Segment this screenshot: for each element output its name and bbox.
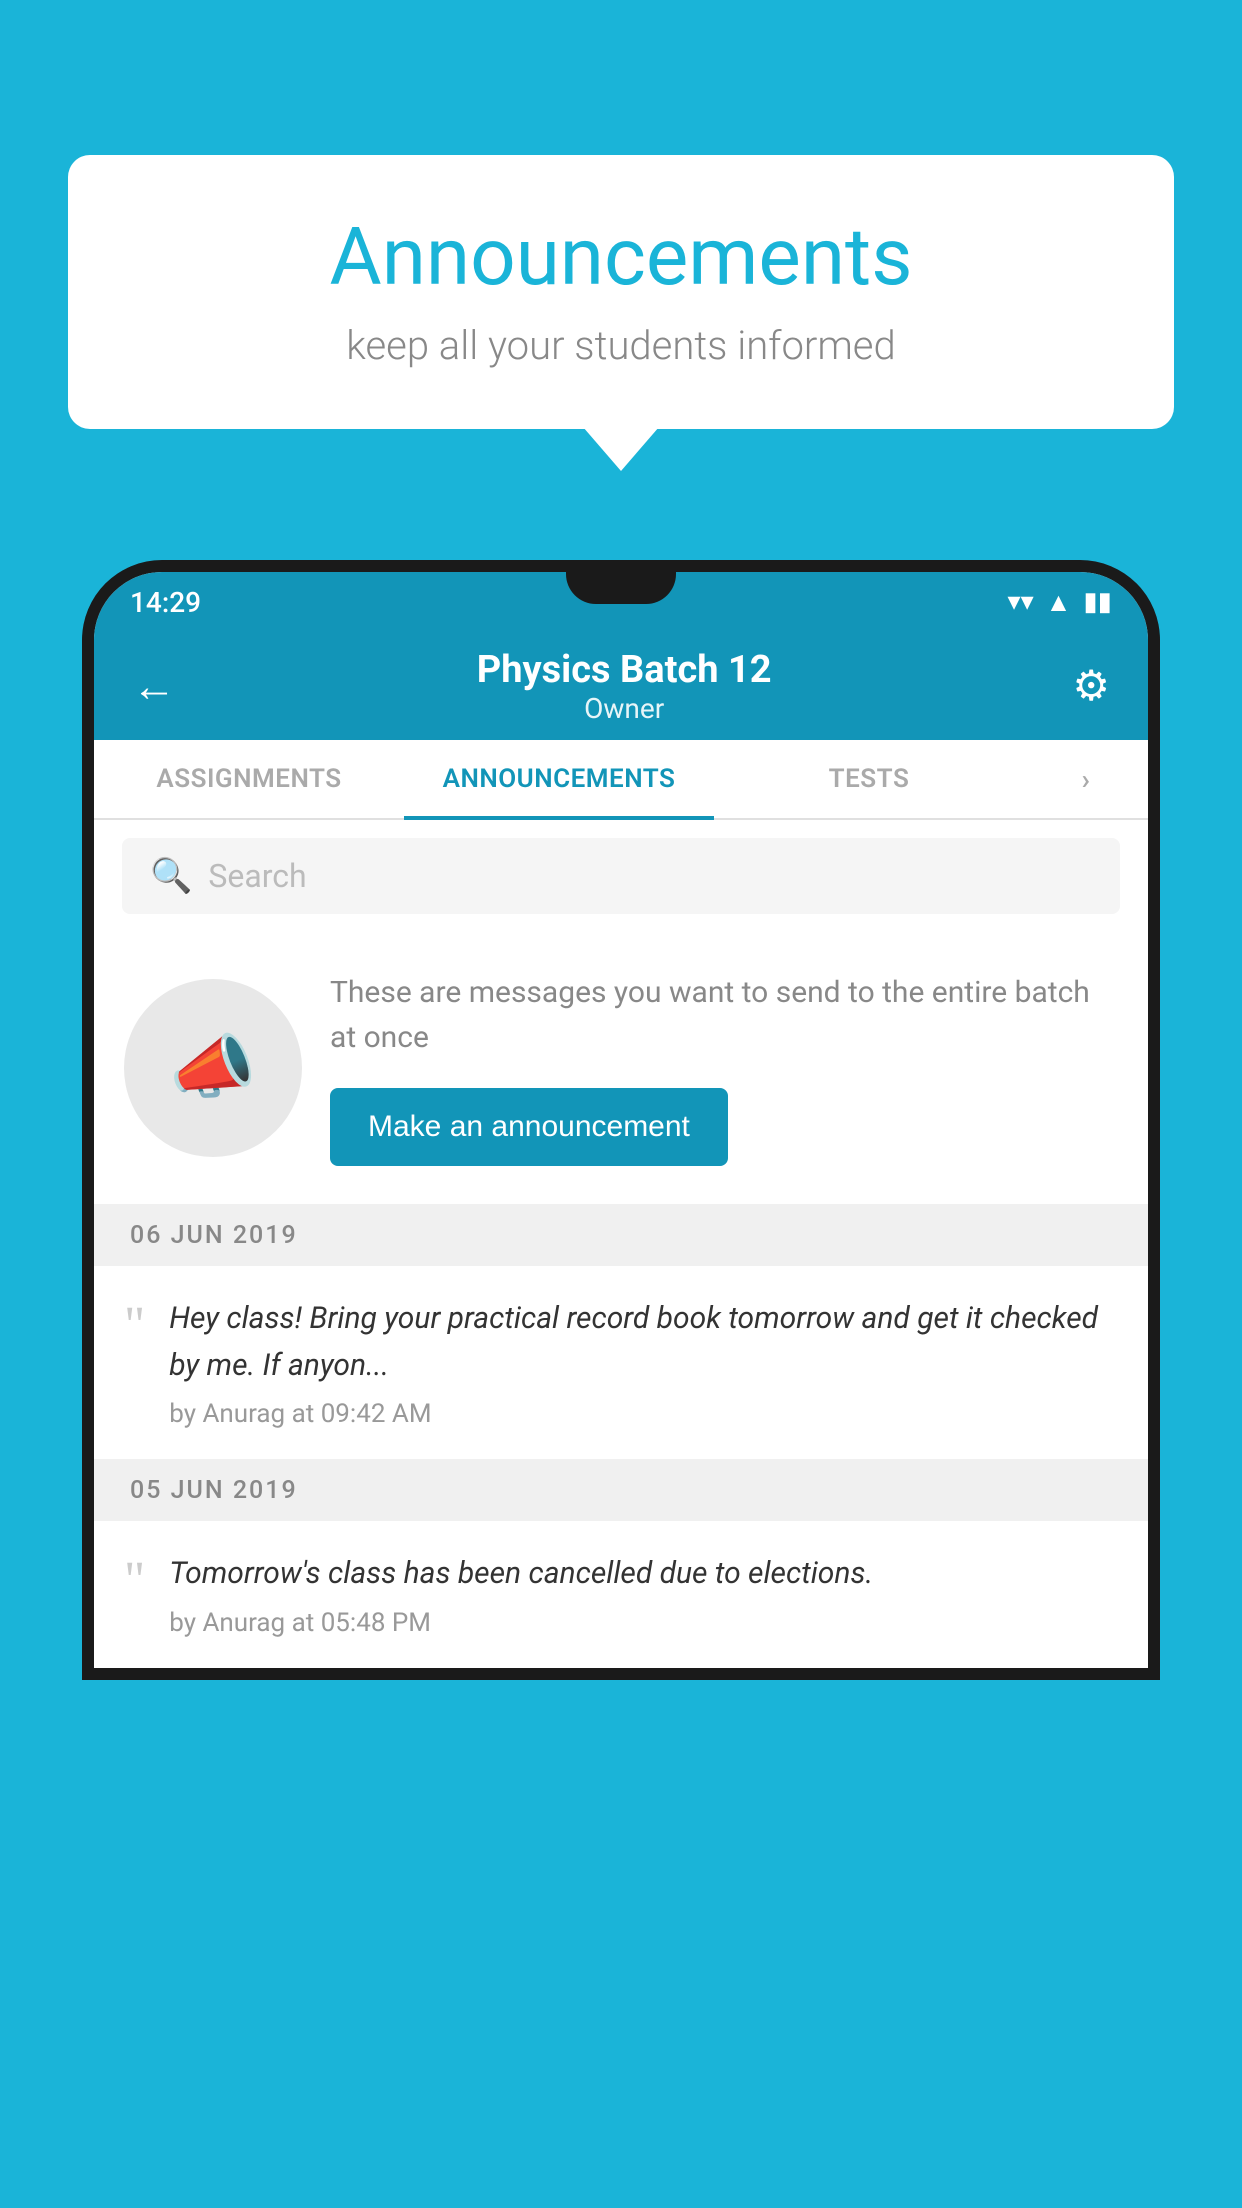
- tab-announcements[interactable]: ANNOUNCEMENTS: [404, 740, 714, 818]
- speech-bubble-subtitle: keep all your students informed: [148, 322, 1094, 369]
- status-bar: 14:29 ▾▾ ▲ ▮▮: [94, 572, 1148, 632]
- announcement-text-1: Hey class! Bring your practical record b…: [169, 1296, 1118, 1389]
- search-bar[interactable]: 🔍 Search: [122, 838, 1120, 914]
- header-subtitle: Owner: [477, 692, 772, 725]
- promo-block: 📣 These are messages you want to send to…: [94, 932, 1148, 1205]
- phone-outer: 14:29 ▾▾ ▲ ▮▮ ← Physics Batch 12 Owner ⚙: [82, 560, 1160, 1680]
- status-icons: ▾▾ ▲ ▮▮: [1008, 587, 1112, 618]
- announcement-meta-2: by Anurag at 05:48 PM: [169, 1608, 1118, 1638]
- back-button[interactable]: ←: [132, 660, 176, 712]
- tab-assignments[interactable]: ASSIGNMENTS: [94, 740, 404, 818]
- announcement-item-2: " Tomorrow's class has been cancelled du…: [94, 1521, 1148, 1668]
- settings-icon[interactable]: ⚙: [1072, 661, 1110, 711]
- speech-bubble-container: Announcements keep all your students inf…: [68, 155, 1174, 429]
- date-separator-2: 05 JUN 2019: [94, 1460, 1148, 1521]
- quote-icon-2: ": [124, 1555, 145, 1607]
- announcement-content-1: Hey class! Bring your practical record b…: [169, 1296, 1118, 1429]
- search-icon: 🔍: [150, 856, 192, 896]
- make-announcement-button[interactable]: Make an announcement: [330, 1088, 728, 1166]
- app-header: ← Physics Batch 12 Owner ⚙: [94, 632, 1148, 740]
- promo-right: These are messages you want to send to t…: [330, 970, 1118, 1166]
- announcement-item-1: " Hey class! Bring your practical record…: [94, 1266, 1148, 1460]
- search-input-placeholder[interactable]: Search: [208, 857, 306, 895]
- phone-wrapper: 14:29 ▾▾ ▲ ▮▮ ← Physics Batch 12 Owner ⚙: [82, 560, 1160, 2208]
- search-section: 🔍 Search: [94, 820, 1148, 932]
- promo-icon-circle: 📣: [124, 979, 302, 1157]
- header-title: Physics Batch 12: [477, 648, 772, 692]
- promo-text: These are messages you want to send to t…: [330, 970, 1118, 1060]
- tabs-bar: ASSIGNMENTS ANNOUNCEMENTS TESTS ›: [94, 740, 1148, 820]
- announcement-text-2: Tomorrow's class has been cancelled due …: [169, 1551, 1118, 1598]
- tab-more[interactable]: ›: [1024, 740, 1148, 818]
- date-separator-1: 06 JUN 2019: [94, 1205, 1148, 1266]
- speech-bubble-title: Announcements: [148, 210, 1094, 304]
- wifi-icon: ▾▾: [1008, 587, 1034, 617]
- header-center: Physics Batch 12 Owner: [477, 648, 772, 725]
- notch: [566, 572, 676, 604]
- phone-screen: 14:29 ▾▾ ▲ ▮▮ ← Physics Batch 12 Owner ⚙: [94, 572, 1148, 1668]
- status-time: 14:29: [130, 586, 201, 619]
- megaphone-icon: 📣: [169, 1027, 256, 1109]
- quote-icon-1: ": [124, 1300, 145, 1352]
- battery-icon: ▮▮: [1083, 587, 1112, 617]
- speech-bubble: Announcements keep all your students inf…: [68, 155, 1174, 429]
- tab-tests[interactable]: TESTS: [714, 740, 1024, 818]
- announcement-meta-1: by Anurag at 09:42 AM: [169, 1399, 1118, 1429]
- announcement-content-2: Tomorrow's class has been cancelled due …: [169, 1551, 1118, 1638]
- signal-icon: ▲: [1046, 587, 1072, 618]
